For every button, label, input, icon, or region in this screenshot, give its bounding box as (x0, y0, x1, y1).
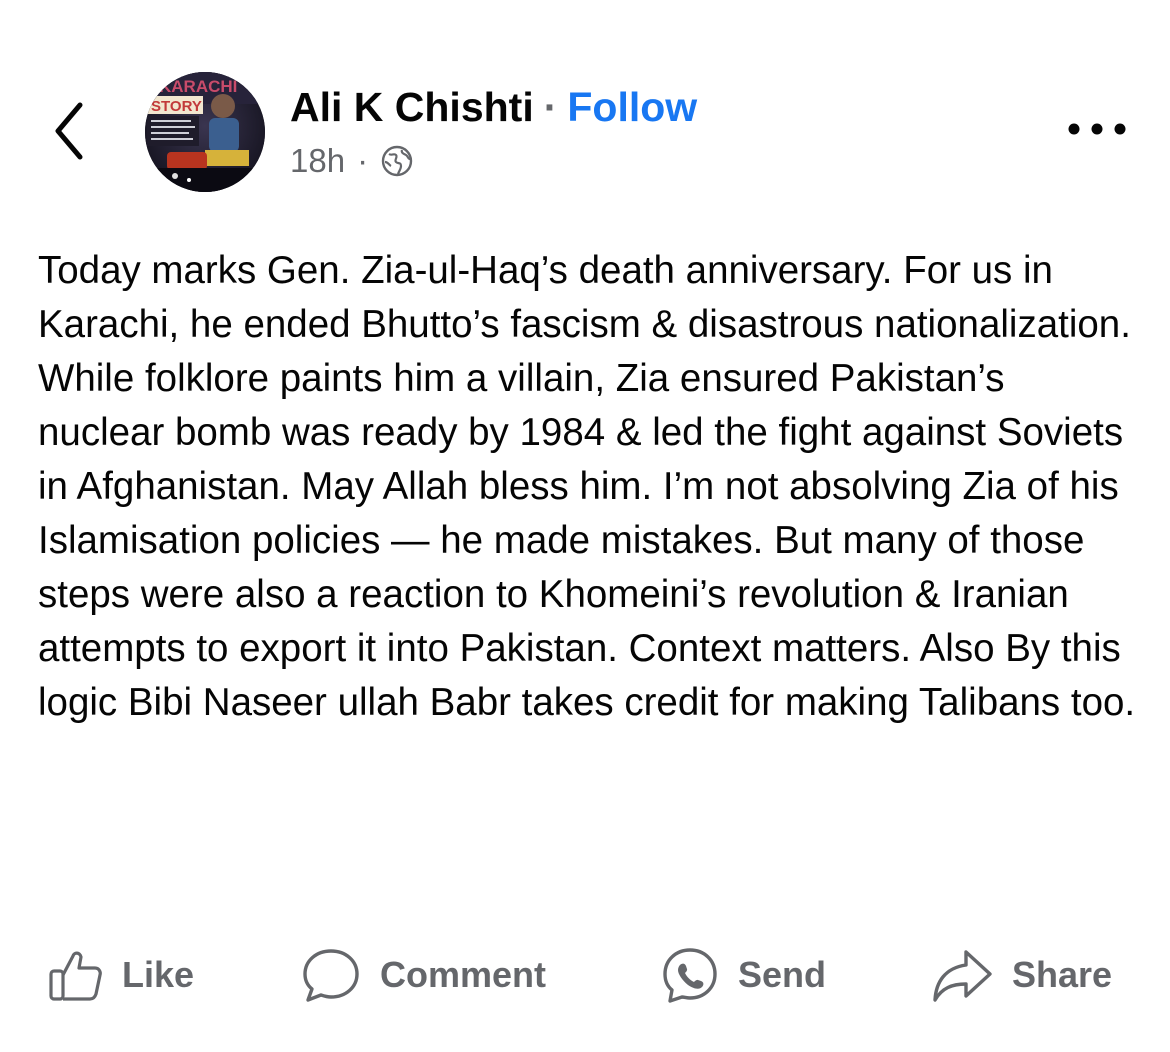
author-avatar-image: KARACHI STORY (145, 72, 265, 192)
like-button[interactable]: Like (46, 935, 194, 1015)
like-label: Like (122, 954, 195, 995)
send-button[interactable]: Send (660, 935, 826, 1015)
timestamp[interactable]: 18h (290, 142, 345, 180)
follow-button[interactable]: Follow (567, 84, 697, 131)
send-label: Send (738, 954, 827, 995)
action-bar: Like Comment Send Share (0, 935, 1170, 1015)
more-options-icon (1068, 123, 1126, 135)
avatar-story-text: STORY (151, 98, 202, 115)
comment-button[interactable]: Comment (300, 935, 546, 1015)
meta-separator: · (357, 142, 369, 179)
author-row: Ali K Chishti · Follow (290, 80, 697, 134)
comment-bubble-icon (303, 949, 359, 1002)
share-label: Share (1012, 954, 1113, 995)
share-arrow-icon (933, 950, 992, 1002)
globe-icon[interactable] (380, 144, 414, 178)
chevron-left-icon (55, 102, 83, 160)
comment-label: Comment (380, 954, 547, 995)
post-body-text: Today marks Gen. Zia-ul-Haq’s death anni… (38, 249, 1136, 724)
thumbs-up-icon (49, 951, 102, 1001)
author-name[interactable]: Ali K Chishti (290, 84, 534, 131)
messenger-send-icon (663, 948, 717, 1003)
share-button[interactable]: Share (930, 935, 1112, 1015)
more-options-button[interactable] (1062, 108, 1132, 150)
post-meta: 18h · (290, 140, 414, 182)
separator-dot: · (543, 83, 558, 130)
avatar-banner-text: KARACHI (159, 77, 237, 96)
avatar[interactable]: KARACHI STORY (145, 72, 265, 192)
post-header: KARACHI STORY Ali K Chishti · Follow 18h… (0, 0, 1170, 210)
back-button[interactable] (40, 96, 100, 166)
